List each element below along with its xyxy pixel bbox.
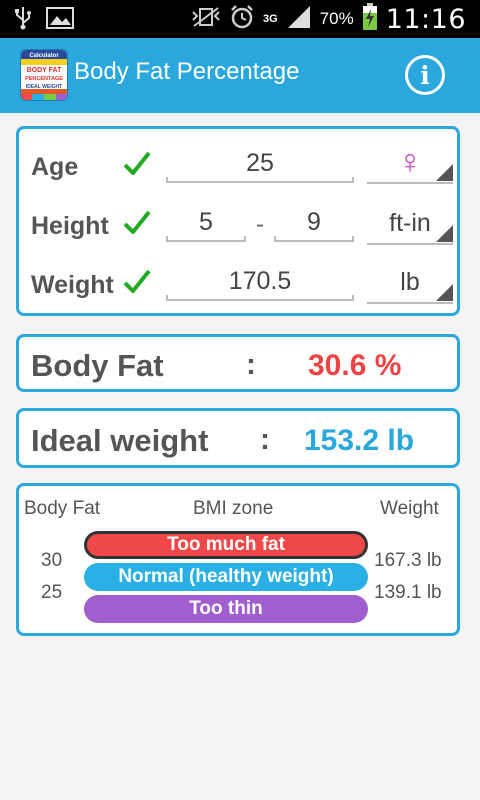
signal-icon xyxy=(286,5,312,34)
image-icon xyxy=(46,7,74,34)
weight-check-icon xyxy=(123,269,151,293)
vibrate-mute-icon xyxy=(191,6,221,33)
age-check-icon xyxy=(123,151,151,175)
dropdown-arrow-icon xyxy=(436,284,453,301)
ideal-weight-value: 153.2 lb xyxy=(304,424,415,457)
clock: 11:16 xyxy=(385,3,466,35)
app-logo-icon[interactable]: Calculator BODY FAT PERCENTAGE IDEAL WEI… xyxy=(20,49,68,101)
height-unit-label: ft-in xyxy=(389,209,431,237)
weight-input[interactable]: 170.5 xyxy=(166,267,354,301)
action-bar: Calculator BODY FAT PERCENTAGE IDEAL WEI… xyxy=(0,38,480,113)
svg-text:BODY FAT: BODY FAT xyxy=(27,67,62,74)
age-input[interactable]: 25 xyxy=(166,149,354,183)
info-button[interactable]: i xyxy=(405,55,445,95)
threshold-weight: 139.1 lb xyxy=(374,582,442,603)
app-title: Body Fat Percentage xyxy=(74,58,300,85)
threshold-value: 25 xyxy=(41,582,63,603)
dropdown-arrow-icon xyxy=(436,225,453,242)
age-label: Age xyxy=(31,153,79,181)
height-label: Height xyxy=(31,212,109,240)
threshold-value: 30 xyxy=(41,550,63,571)
dropdown-arrow-icon xyxy=(436,164,453,181)
network-type: 3G xyxy=(262,13,278,25)
svg-text:PERCENTAGE: PERCENTAGE xyxy=(25,76,63,82)
weight-column-header: Weight xyxy=(380,498,439,519)
svg-text:Calculator: Calculator xyxy=(29,53,59,59)
battery-charging-icon xyxy=(362,2,378,36)
alarm-icon xyxy=(229,4,255,35)
height-unit-spinner[interactable]: ft-in xyxy=(367,205,453,245)
height-check-icon xyxy=(123,210,151,234)
body-fat-label: Body Fat xyxy=(31,348,164,383)
body-fat-column-header: Body Fat xyxy=(24,498,101,519)
zone-too-thin: Too thin xyxy=(84,595,368,623)
status-bar: 3G 70% 11:16 xyxy=(0,0,480,38)
bmi-zone-column-header: BMI zone xyxy=(193,498,274,519)
input-card: Age 25 ♀ Height 5 - 9 ft-in Weight 170.5… xyxy=(16,126,460,316)
zone-too-much-fat: Too much fat xyxy=(84,531,368,559)
height-feet-input[interactable]: 5 xyxy=(166,208,246,242)
threshold-weight: 167.3 lb xyxy=(374,550,442,571)
height-separator: - xyxy=(256,211,264,238)
zone-normal: Normal (healthy weight) xyxy=(84,563,368,591)
bmi-zone-card: Body Fat BMI zone Weight 30 25 167.3 lb … xyxy=(16,483,460,636)
body-fat-colon: : xyxy=(246,348,256,381)
ideal-weight-card: Ideal weight : 153.2 lb xyxy=(16,408,460,468)
weight-unit-spinner[interactable]: lb xyxy=(367,264,453,304)
body-fat-card: Body Fat : 30.6 % xyxy=(16,334,460,392)
ideal-weight-colon: : xyxy=(260,423,270,456)
gender-spinner[interactable]: ♀ xyxy=(367,144,453,184)
ideal-weight-label: Ideal weight xyxy=(31,423,209,458)
svg-text:IDEAL WEIGHT: IDEAL WEIGHT xyxy=(26,84,62,90)
weight-label: Weight xyxy=(31,271,114,299)
female-gender-icon: ♀ xyxy=(397,143,423,181)
usb-icon xyxy=(14,6,32,35)
height-inches-input[interactable]: 9 xyxy=(274,208,354,242)
weight-unit-label: lb xyxy=(400,268,420,296)
battery-percent: 70% xyxy=(319,9,354,28)
body-fat-value: 30.6 % xyxy=(308,349,402,382)
